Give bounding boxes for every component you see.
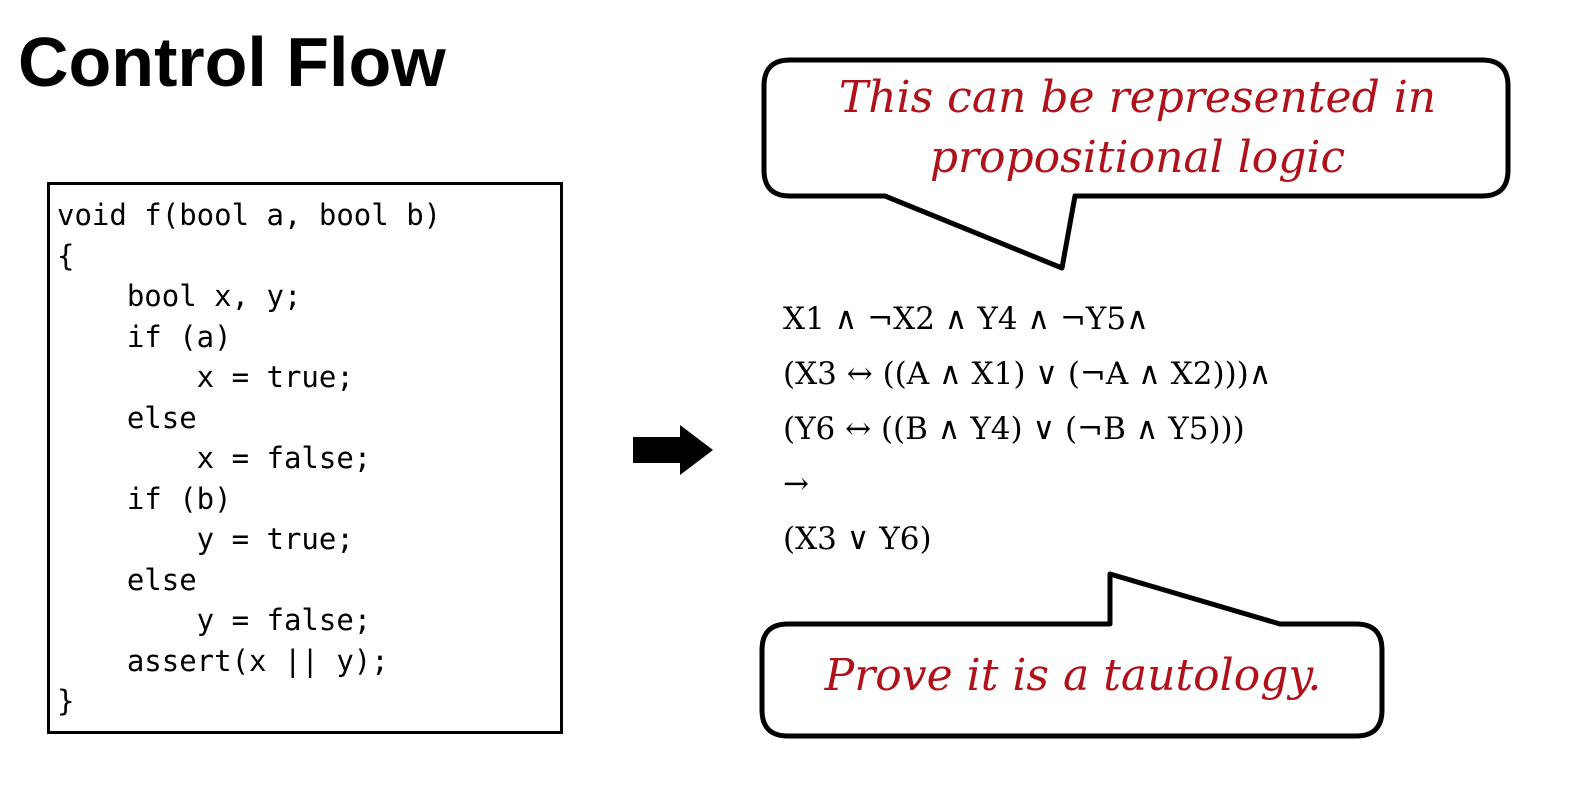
code-line: { [57, 238, 75, 273]
formula-line: X1 ∧ ¬X2 ∧ Y4 ∧ ¬Y5∧ [783, 301, 1149, 337]
code-line: x = false; [57, 441, 372, 475]
formula-line: (X3 ↔ ((A ∧ X1) ∨ (¬A ∧ X2)))∧ [783, 356, 1272, 392]
propositional-formula: X1 ∧ ¬X2 ∧ Y4 ∧ ¬Y5∧ (X3 ↔ ((A ∧ X1) ∨ (… [783, 292, 1271, 567]
top-callout-line: This can be represented in [838, 72, 1437, 123]
bottom-callout-text: Prove it is a tautology. [824, 650, 1322, 701]
top-callout-text: This can be represented in propositional… [765, 68, 1510, 188]
formula-line: (X3 ∨ Y6) [783, 521, 932, 557]
right-arrow-icon [633, 425, 713, 475]
code-line: y = false; [57, 603, 372, 637]
top-callout-line: propositional logic [929, 132, 1346, 183]
code-line: x = true; [57, 360, 354, 394]
code-block: void f(bool a, bool b) { bool x, y; if (… [47, 182, 563, 734]
code-line: else [57, 400, 197, 435]
code-line: y = true; [57, 522, 354, 556]
code-line: void f(bool a, bool b) [57, 198, 442, 232]
formula-line: (Y6 ↔ ((B ∧ Y4) ∨ (¬B ∧ Y5))) [783, 411, 1245, 447]
slide-title: Control Flow [18, 23, 446, 101]
code-line: bool x, y; [57, 279, 302, 313]
code-line: if (b) [57, 481, 232, 516]
code-line: else [57, 562, 197, 597]
code-line: if (a) [57, 319, 232, 354]
code-line: assert(x || y); [57, 643, 389, 678]
implies-symbol: → [783, 466, 809, 502]
code-line: } [57, 684, 75, 718]
